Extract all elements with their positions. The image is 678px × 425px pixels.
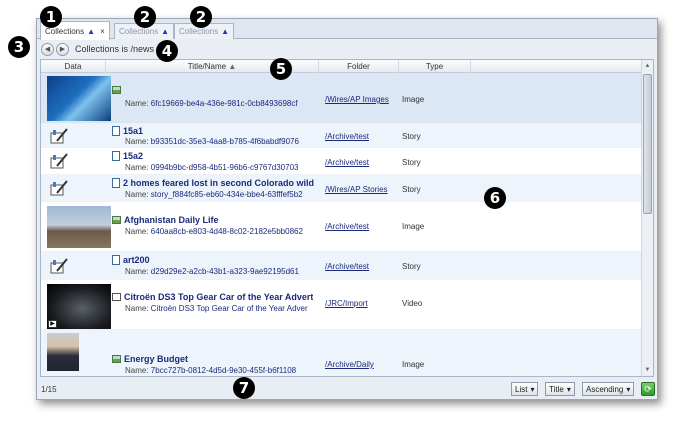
row-title[interactable]: Energy Budget bbox=[112, 354, 188, 364]
row-title[interactable]: art200 bbox=[112, 255, 150, 265]
row-name: Name: story_f884fc85-eb60-434e-bbe4-63ff… bbox=[125, 190, 303, 199]
row-folder-link[interactable]: /Archive/test bbox=[325, 132, 369, 141]
dropdown-arrow-icon: ▾ bbox=[530, 384, 535, 394]
row-name: Name: b93351dc-35e3-4aa8-b785-4f6babdf90… bbox=[125, 137, 299, 146]
triangle-up-icon[interactable]: ▲ bbox=[87, 27, 95, 36]
callout-5: 5 bbox=[270, 58, 292, 80]
story-type-icon bbox=[112, 151, 120, 161]
row-name: Name: 640aa8cb-e803-4d48-8c02-2182e5bb08… bbox=[125, 227, 303, 236]
scrollbar-thumb[interactable] bbox=[643, 74, 652, 214]
row-name: Name: Citroën DS3 Top Gear Car of the Ye… bbox=[125, 304, 308, 313]
story-type-icon bbox=[112, 178, 120, 188]
row-name: Name: 0994b9bc-d958-4b51-96b6-c9767d3070… bbox=[125, 163, 299, 172]
row-folder-link[interactable]: /Archive/test bbox=[325, 158, 369, 167]
view-mode-dropdown[interactable]: List ▾ bbox=[511, 382, 539, 396]
sort-field-dropdown[interactable]: Title ▾ bbox=[545, 382, 575, 396]
row-title[interactable]: 15a2 bbox=[112, 151, 143, 161]
video-type-icon bbox=[112, 293, 121, 301]
row-title[interactable]: 15a1 bbox=[112, 126, 143, 136]
story-type-icon bbox=[112, 255, 120, 265]
column-title-label: Title/Name bbox=[187, 62, 227, 71]
row-folder-link[interactable]: /Wires/AP Images bbox=[325, 95, 389, 104]
image-thumbnail[interactable] bbox=[47, 206, 111, 248]
play-icon[interactable]: ▶ bbox=[48, 320, 57, 328]
table-row[interactable]: 15a1 Name: b93351dc-35e3-4aa8-b785-4f6ba… bbox=[41, 124, 641, 148]
table-row[interactable]: ▶ Citroën DS3 Top Gear Car of the Year A… bbox=[41, 280, 641, 330]
row-folder-link[interactable]: /Archive/Daily bbox=[325, 360, 374, 369]
table-row[interactable]: 15a2 Name: 0994b9bc-d958-4b51-96b6-c9767… bbox=[41, 148, 641, 175]
video-thumbnail[interactable]: ▶ bbox=[47, 284, 111, 329]
grid-header: Data Title/Name ▲ Folder Type bbox=[41, 60, 641, 73]
table-row[interactable]: Energy Budget Name: 7bcc727b-0812-4d5d-9… bbox=[41, 330, 641, 376]
callout-4: 4 bbox=[156, 40, 178, 62]
forward-button[interactable]: ▶ bbox=[56, 42, 69, 56]
row-type: Story bbox=[402, 158, 421, 167]
story-pencil-icon bbox=[50, 258, 68, 274]
row-type: Story bbox=[402, 185, 421, 194]
table-row[interactable]: Name: 6fc19669-be4a-436e-981c-0cb8493698… bbox=[41, 73, 641, 124]
row-title[interactable] bbox=[112, 86, 124, 94]
refresh-icon[interactable]: ⟳ bbox=[641, 382, 655, 396]
row-type: Image bbox=[402, 95, 425, 104]
row-name: Name: 6fc19669-be4a-436e-981c-0cb8493698… bbox=[125, 99, 298, 108]
table-row[interactable]: 2 homes feared lost in second Colorado w… bbox=[41, 175, 641, 202]
row-title[interactable]: Citroën DS3 Top Gear Car of the Year Adv… bbox=[112, 292, 313, 302]
dropdown-arrow-icon: ▾ bbox=[566, 384, 571, 394]
status-bar: 1/15 List ▾ Title ▾ Ascending ▾ ⟳ bbox=[37, 379, 657, 399]
row-title[interactable]: 2 homes feared lost in second Colorado w… bbox=[112, 178, 314, 188]
image-type-icon bbox=[112, 216, 121, 224]
row-folder-link[interactable]: /Wires/AP Stories bbox=[325, 185, 388, 194]
callout-3: 3 bbox=[8, 36, 30, 58]
row-folder-link[interactable]: /Archive/test bbox=[325, 262, 369, 271]
story-pencil-icon bbox=[50, 180, 68, 196]
row-type: Story bbox=[402, 262, 421, 271]
tab-label: Collections bbox=[119, 27, 159, 36]
row-type: Video bbox=[402, 299, 423, 308]
row-name: Name: d29d29e2-a2cb-43b1-a323-9ae92195d6… bbox=[125, 267, 299, 276]
triangle-up-icon[interactable]: ▲ bbox=[221, 27, 229, 36]
triangle-up-icon[interactable]: ▲ bbox=[161, 27, 169, 36]
row-folder-link[interactable]: /JRC/Import bbox=[325, 299, 368, 308]
image-thumbnail[interactable] bbox=[47, 333, 79, 371]
back-button[interactable]: ◀ bbox=[41, 42, 54, 56]
current-path: Collections is /news bbox=[75, 44, 155, 54]
table-row[interactable]: Afghanistan Daily Life Name: 640aa8cb-e8… bbox=[41, 202, 641, 252]
navigation-bar: ◀ ▶ Collections is /news bbox=[37, 40, 657, 58]
dropdown-arrow-icon: ▾ bbox=[626, 384, 631, 394]
story-pencil-icon bbox=[50, 128, 68, 144]
callout-6: 6 bbox=[484, 187, 506, 209]
scroll-up-arrow-icon[interactable]: ▲ bbox=[642, 60, 653, 72]
row-title[interactable]: Afghanistan Daily Life bbox=[112, 215, 219, 225]
sort-ascending-icon: ▲ bbox=[228, 62, 237, 71]
row-type: Image bbox=[402, 360, 425, 369]
table-row[interactable]: art200 Name: d29d29e2-a2cb-43b1-a323-9ae… bbox=[41, 252, 641, 280]
column-header-type[interactable]: Type bbox=[399, 60, 471, 73]
tab-label: Collections bbox=[179, 27, 219, 36]
image-type-icon bbox=[112, 86, 121, 94]
callout-2: 2 bbox=[134, 6, 156, 28]
row-type: Story bbox=[402, 132, 421, 141]
column-header-data[interactable]: Data bbox=[41, 60, 106, 73]
story-type-icon bbox=[112, 126, 120, 136]
image-type-icon bbox=[112, 355, 121, 363]
item-count: 1/15 bbox=[41, 384, 57, 394]
tab-strip: Collections ▲ × Collections ▲ Collection… bbox=[37, 19, 657, 40]
row-folder-link[interactable]: /Archive/test bbox=[325, 222, 369, 231]
column-header-folder[interactable]: Folder bbox=[319, 60, 399, 73]
callout-7: 7 bbox=[233, 377, 255, 399]
collections-window: Collections ▲ × Collections ▲ Collection… bbox=[36, 18, 658, 400]
callout-1: 1 bbox=[40, 6, 62, 28]
row-type: Image bbox=[402, 222, 425, 231]
results-grid: Data Title/Name ▲ Folder Type Name: 6fc1… bbox=[40, 59, 654, 377]
callout-2b: 2 bbox=[190, 6, 212, 28]
scroll-down-arrow-icon[interactable]: ▼ bbox=[642, 364, 653, 376]
vertical-scrollbar[interactable]: ▲ ▼ bbox=[641, 60, 653, 376]
sort-order-dropdown[interactable]: Ascending ▾ bbox=[582, 382, 635, 396]
row-name: Name: 7bcc727b-0812-4d5d-9e30-455f-b6f11… bbox=[125, 366, 297, 375]
close-icon[interactable]: × bbox=[100, 27, 105, 36]
image-thumbnail[interactable] bbox=[47, 76, 111, 121]
story-pencil-icon bbox=[50, 153, 68, 169]
